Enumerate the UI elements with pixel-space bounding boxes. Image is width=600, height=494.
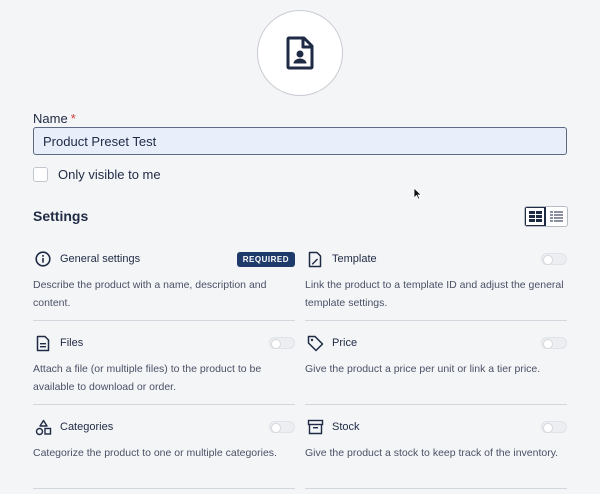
template-toggle[interactable] xyxy=(541,253,567,265)
card-description: Attach a file (or multiple files) to the… xyxy=(33,363,262,393)
categories-icon xyxy=(34,418,52,436)
info-icon xyxy=(34,250,52,268)
card-description: Give the product a price per unit or lin… xyxy=(305,363,541,375)
visible-to-me-label: Only visible to me xyxy=(58,167,161,182)
settings-card-general: General settings REQUIRED Describe the p… xyxy=(33,250,295,312)
price-toggle[interactable] xyxy=(541,337,567,349)
visible-to-me-option[interactable]: Only visible to me xyxy=(33,167,161,182)
box-icon xyxy=(306,418,324,436)
list-view-button[interactable] xyxy=(546,207,567,226)
settings-title: Settings xyxy=(33,208,89,224)
card-description: Describe the product with a name, descri… xyxy=(33,279,267,309)
categories-toggle[interactable] xyxy=(269,421,295,433)
card-description: Link the product to a template ID and ad… xyxy=(305,279,564,309)
divider xyxy=(33,404,295,405)
divider xyxy=(33,488,295,489)
settings-card-price: Price Give the product a price per unit … xyxy=(305,334,567,378)
files-toggle[interactable] xyxy=(269,337,295,349)
settings-card-template: Template Link the product to a template … xyxy=(305,250,567,312)
card-description: Categorize the product to one or multipl… xyxy=(33,447,277,459)
grid-view-icon xyxy=(528,211,542,222)
template-icon xyxy=(306,250,324,268)
name-input[interactable] xyxy=(33,127,567,155)
card-title: General settings xyxy=(60,253,141,265)
card-title: Files xyxy=(60,337,84,349)
visible-to-me-checkbox[interactable] xyxy=(33,167,48,182)
file-icon xyxy=(34,334,52,352)
grid-view-button[interactable] xyxy=(525,207,546,226)
divider xyxy=(33,320,295,321)
list-view-icon xyxy=(550,211,563,222)
stock-toggle[interactable] xyxy=(541,421,567,433)
required-badge: REQUIRED xyxy=(236,251,295,267)
settings-card-categories: Categories Categorize the product to one… xyxy=(33,418,295,462)
name-label: Name * xyxy=(33,111,76,126)
divider xyxy=(305,488,567,489)
card-title: Template xyxy=(332,253,377,265)
card-title: Categories xyxy=(60,421,114,433)
card-description: Give the product a stock to keep track o… xyxy=(305,447,559,459)
name-label-text: Name xyxy=(33,111,68,126)
settings-card-files: Files Attach a file (or multiple files) … xyxy=(33,334,295,396)
view-mode-toggle xyxy=(524,206,568,227)
card-title: Stock xyxy=(332,421,360,433)
product-avatar[interactable] xyxy=(257,10,343,96)
divider xyxy=(305,320,567,321)
card-title: Price xyxy=(332,337,358,349)
divider xyxy=(305,404,567,405)
required-mark: * xyxy=(70,111,76,126)
settings-card-stock: Stock Give the product a stock to keep t… xyxy=(305,418,567,462)
tag-icon xyxy=(306,334,324,352)
document-user-icon xyxy=(286,36,314,70)
mouse-cursor-icon xyxy=(413,187,422,200)
